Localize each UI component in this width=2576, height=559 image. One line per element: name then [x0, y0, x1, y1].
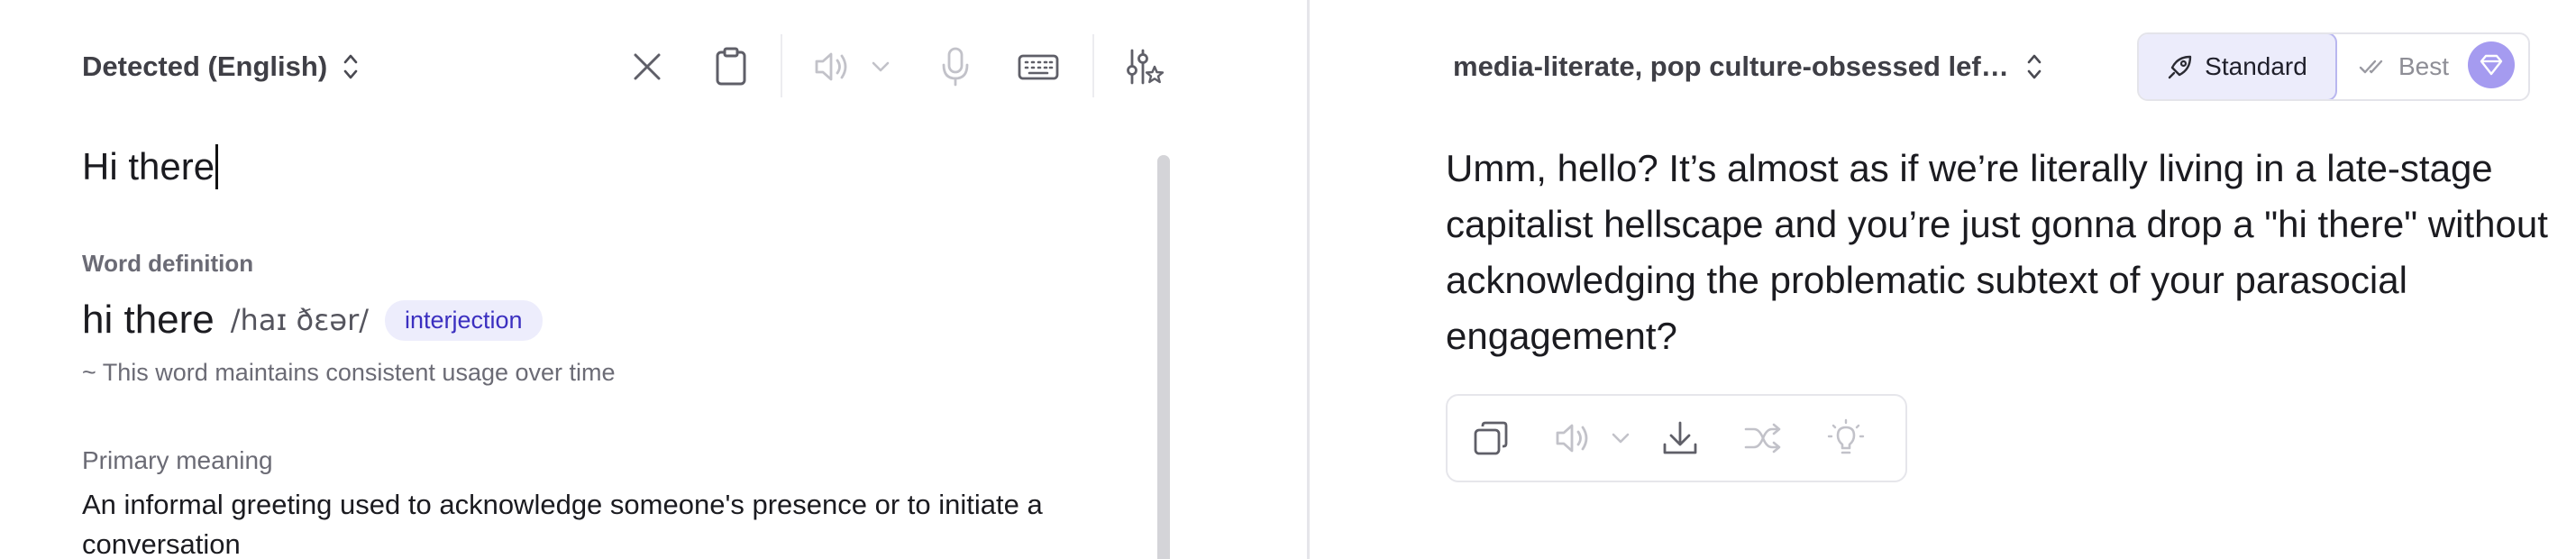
- translation-output: Umm, hello? It’s almost as if we’re lite…: [1446, 147, 2548, 357]
- source-language-select[interactable]: Detected (English): [82, 47, 360, 87]
- source-panel: Detected (English) Hi there Word definit…: [0, 0, 1307, 559]
- speaker-icon: [815, 52, 847, 81]
- rocket-icon: [2168, 55, 2192, 79]
- shuffle-button[interactable]: [1736, 411, 1790, 465]
- speaker-icon: [1556, 424, 1588, 453]
- source-text-input[interactable]: Hi there: [82, 144, 219, 189]
- part-of-speech-badge: interjection: [385, 299, 543, 341]
- speak-button[interactable]: [804, 38, 862, 96]
- copy-button[interactable]: [1464, 411, 1518, 465]
- chevron-up-down-icon: [343, 54, 358, 79]
- toolbar-divider: [781, 34, 782, 97]
- keyboard-button[interactable]: [1009, 38, 1067, 96]
- paste-button[interactable]: [702, 38, 760, 96]
- premium-badge[interactable]: [2468, 41, 2515, 88]
- output-toolbar: [1446, 394, 1907, 482]
- target-panel: media-literate, pop culture-obsessed lef…: [1310, 0, 2576, 559]
- explain-button[interactable]: [1819, 411, 1873, 465]
- shuffle-icon: [1744, 423, 1781, 454]
- lightbulb-icon: [1827, 418, 1865, 454]
- chevron-up-down-icon: [2027, 54, 2042, 79]
- output-voice-options-button[interactable]: [1603, 411, 1639, 465]
- double-check-icon: [2359, 60, 2383, 74]
- definition-pronunciation: /haɪ ðɛər/: [230, 303, 369, 337]
- sliders-icon: [1127, 49, 1165, 85]
- diamond-icon: [2480, 54, 2503, 76]
- microphone-icon: [942, 47, 969, 87]
- settings-button[interactable]: [1116, 38, 1174, 96]
- source-language-label: Detected (English): [82, 50, 328, 82]
- mode-standard-button[interactable]: Standard: [2139, 34, 2337, 99]
- download-button[interactable]: [1653, 411, 1707, 465]
- definition-heading: Word definition: [82, 250, 254, 277]
- primary-meaning-label: Primary meaning: [82, 446, 273, 474]
- text-caret: [215, 144, 219, 189]
- usage-note: ~ This word maintains consistent usage o…: [82, 359, 616, 386]
- source-text-value: Hi there: [82, 145, 215, 188]
- speak-output-button[interactable]: [1547, 411, 1601, 465]
- keyboard-icon: [1018, 54, 1059, 80]
- definition-word: hi there: [82, 298, 215, 342]
- close-icon: [634, 53, 661, 80]
- target-style-label: media-literate, pop culture-obsessed lef…: [1453, 50, 2009, 82]
- download-icon: [1663, 421, 1697, 454]
- voice-options-button[interactable]: [861, 38, 900, 96]
- mode-best-label: Best: [2398, 52, 2450, 80]
- definition-word-row: hi there /haɪ ðɛər/ interjection: [82, 298, 543, 343]
- target-style-select[interactable]: media-literate, pop culture-obsessed lef…: [1453, 47, 2043, 87]
- clear-button[interactable]: [618, 38, 676, 96]
- mode-standard-label: Standard: [2205, 52, 2307, 80]
- chevron-down-icon: [872, 61, 890, 72]
- toolbar-divider: [1092, 34, 1094, 97]
- chevron-down-icon: [1612, 433, 1630, 444]
- clipboard-icon: [716, 47, 746, 86]
- microphone-button[interactable]: [927, 38, 984, 96]
- copy-icon: [1474, 421, 1508, 455]
- primary-meaning-text: An informal greeting used to acknowledge…: [82, 489, 1043, 559]
- scrollbar[interactable]: [1157, 155, 1170, 559]
